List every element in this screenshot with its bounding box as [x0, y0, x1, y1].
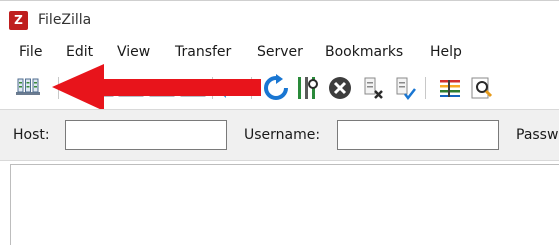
- password-label: Passw: [516, 127, 559, 143]
- host-label: Host:: [13, 127, 50, 143]
- username-label: Username:: [244, 127, 321, 143]
- host-input[interactable]: [65, 120, 227, 150]
- message-log-pane[interactable]: [10, 164, 559, 245]
- username-input[interactable]: [337, 120, 499, 150]
- quickconnect-bar: Host: Username: Passw: [0, 109, 559, 161]
